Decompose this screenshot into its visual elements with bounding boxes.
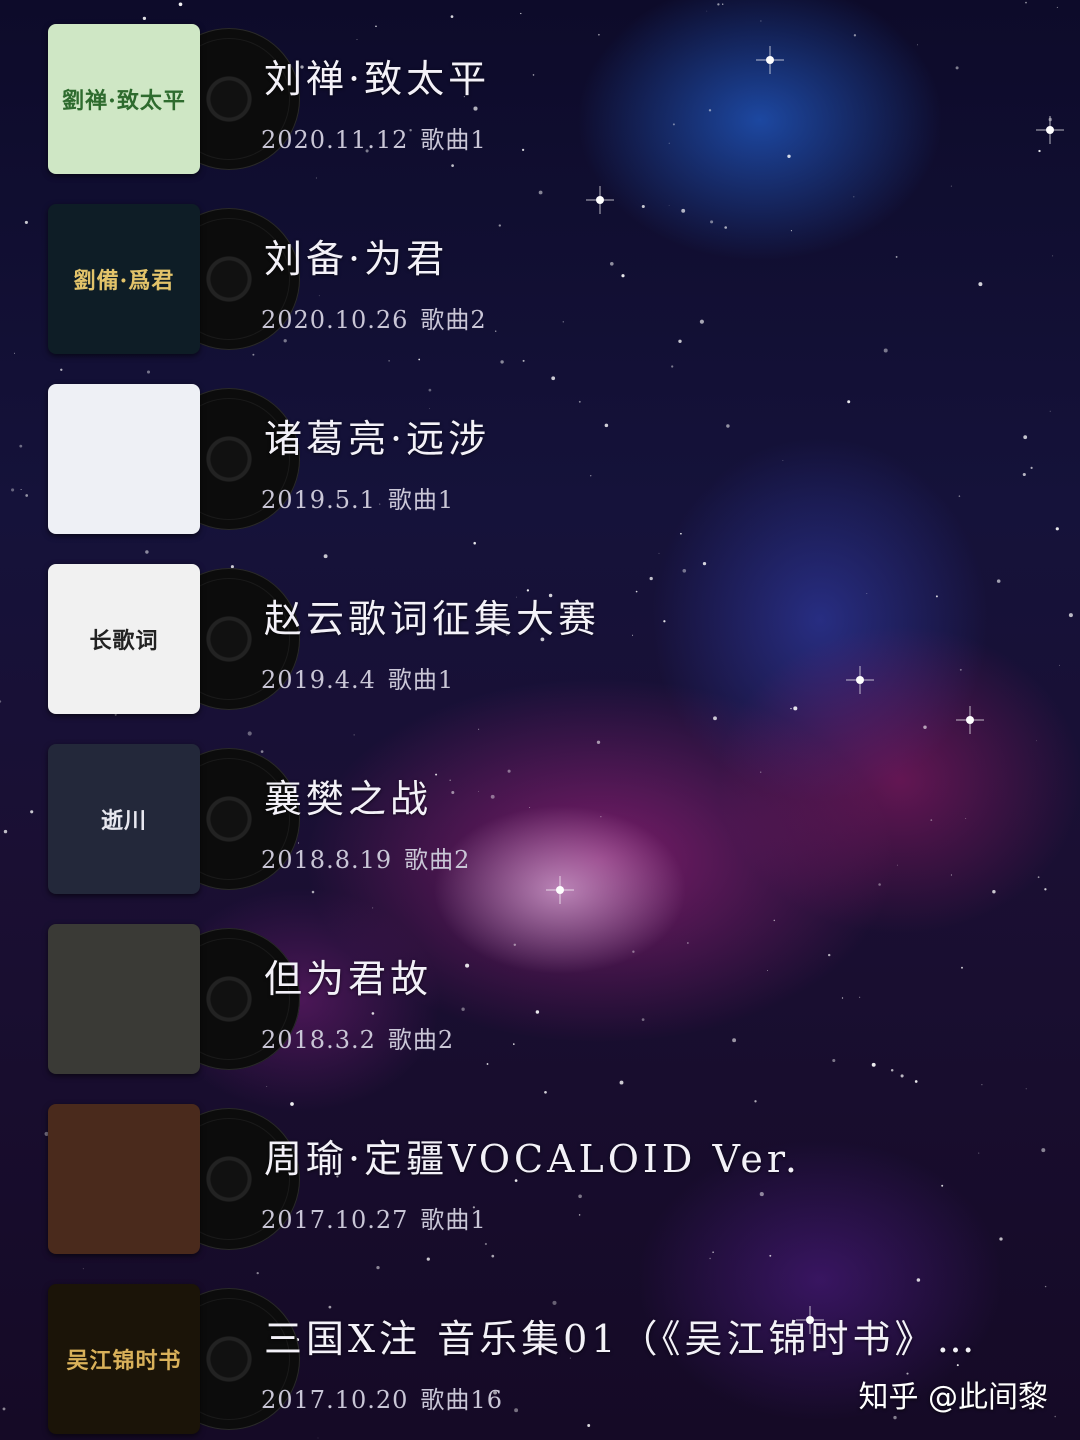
album-cover-text: 劉禅·致太平 (62, 88, 186, 114)
album-cover[interactable] (48, 384, 200, 534)
album-cover-text: 劉備·爲君 (73, 268, 175, 294)
album-date: 2020.10.26 (261, 306, 409, 334)
album-cover[interactable]: 逝川 (48, 744, 200, 894)
album-date: 2017.10.27 (261, 1206, 409, 1234)
album-meta: 2017.10.27 歌曲1 (261, 1200, 487, 1235)
album-song-count: 歌曲1 (420, 1206, 487, 1234)
album-row[interactable]: 但为君故 2018.3.2 歌曲2 (48, 924, 1048, 1074)
album-meta: 2018.3.2 歌曲2 (261, 1020, 454, 1055)
album-song-count: 歌曲1 (387, 486, 455, 514)
album-date: 2017.10.20 (261, 1386, 409, 1414)
album-cover[interactable]: 劉禅·致太平 (48, 24, 200, 174)
album-song-count: 歌曲2 (404, 846, 471, 874)
album-row[interactable]: 逝川 襄樊之战 2018.8.19 歌曲2 (48, 744, 1048, 894)
album-title[interactable]: 赵云歌词征集大赛 (264, 588, 600, 643)
album-song-count: 歌曲2 (420, 306, 487, 334)
album-song-count: 歌曲16 (420, 1386, 503, 1414)
album-meta: 2019.5.1 歌曲1 (261, 480, 454, 515)
album-cover[interactable] (48, 924, 200, 1074)
album-song-count: 歌曲1 (420, 126, 487, 154)
album-title[interactable]: 但为君故 (264, 948, 432, 1003)
watermark-text: 知乎 @此间黎 (858, 1380, 1048, 1415)
album-title[interactable]: 刘备·为君 (264, 228, 448, 283)
album-cover-text: 逝川 (100, 808, 147, 834)
album-date: 2018.3.2 (261, 1026, 376, 1054)
album-title[interactable]: 刘禅·致太平 (264, 48, 490, 103)
album-date: 2020.11.12 (261, 126, 409, 154)
album-meta: 2019.4.4 歌曲1 (261, 660, 454, 695)
album-meta: 2020.10.26 歌曲2 (261, 300, 487, 335)
album-row[interactable]: 劉備·爲君 刘备·为君 2020.10.26 歌曲2 (48, 204, 1048, 354)
album-cover[interactable]: 劉備·爲君 (48, 204, 200, 354)
album-title[interactable]: 周瑜·定疆VOCALOID Ver. (264, 1128, 801, 1183)
album-title[interactable]: 三国X注 音乐集01（《吴江锦时书》… (264, 1308, 979, 1363)
album-date: 2018.8.19 (261, 846, 393, 874)
album-cover[interactable]: 吴江锦时书 (48, 1284, 200, 1434)
album-date: 2019.4.4 (261, 666, 376, 694)
album-cover[interactable]: 长歌词 (48, 564, 200, 714)
album-meta: 2017.10.20 歌曲16 (261, 1380, 503, 1415)
album-row[interactable]: 诸葛亮·远涉 2019.5.1 歌曲1 (48, 384, 1048, 534)
album-title[interactable]: 襄樊之战 (264, 768, 432, 823)
album-meta: 2018.8.19 歌曲2 (261, 840, 470, 875)
album-cover-text: 吴江锦时书 (66, 1348, 182, 1374)
album-row[interactable]: 长歌词 赵云歌词征集大赛 2019.4.4 歌曲1 (48, 564, 1048, 714)
album-row[interactable]: 周瑜·定疆VOCALOID Ver. 2017.10.27 歌曲1 (48, 1104, 1048, 1254)
album-row[interactable]: 劉禅·致太平 刘禅·致太平 2020.11.12 歌曲1 (48, 24, 1048, 174)
album-date: 2019.5.1 (261, 486, 376, 514)
album-cover-text: 长歌词 (89, 628, 159, 654)
album-song-count: 歌曲2 (387, 1026, 455, 1054)
album-title[interactable]: 诸葛亮·远涉 (264, 408, 490, 463)
album-cover[interactable] (48, 1104, 200, 1254)
album-list: 劉禅·致太平 刘禅·致太平 2020.11.12 歌曲1 劉備·爲君 刘备·为君 2020.… (0, 0, 1080, 1440)
album-song-count: 歌曲1 (387, 666, 455, 694)
album-meta: 2020.11.12 歌曲1 (261, 120, 487, 155)
